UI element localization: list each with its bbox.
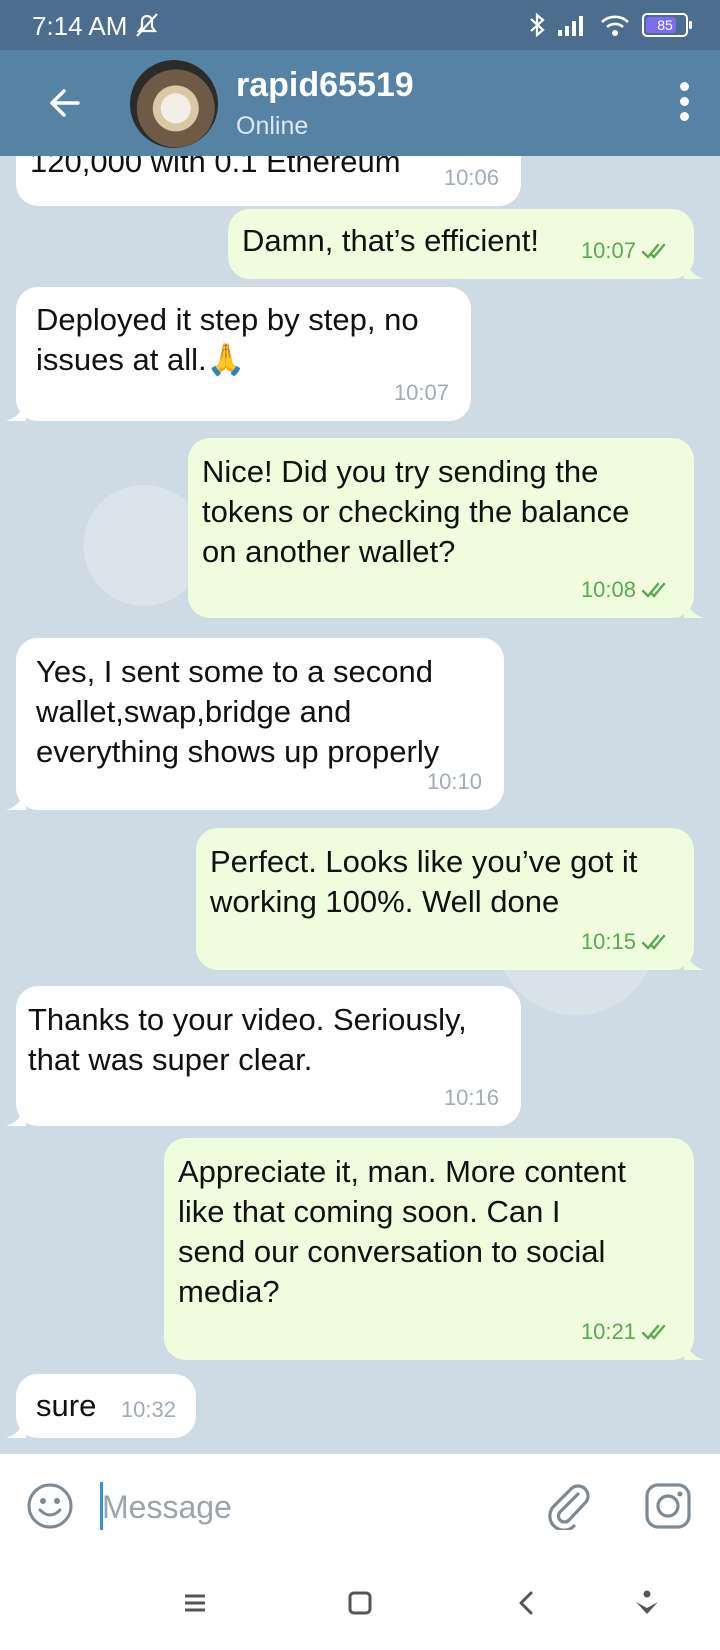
back-button[interactable] xyxy=(40,78,90,128)
double-check-icon xyxy=(642,243,666,259)
message-text: Damn, that’s efficient! xyxy=(242,223,539,258)
message-input[interactable] xyxy=(100,1478,524,1536)
message-bubble[interactable]: 120,000 with 0.1 Ethereum 10:06 xyxy=(16,156,521,206)
status-icons: 85 xyxy=(528,12,692,38)
more-menu-button[interactable] xyxy=(674,82,694,126)
battery-icon: 85 xyxy=(642,13,692,37)
message-bubble[interactable]: Yes, I sent some to a second wallet,swap… xyxy=(6,638,504,810)
message-bubble[interactable]: Appreciate it, man. More content like th… xyxy=(164,1138,704,1360)
battery-level: 85 xyxy=(657,17,673,33)
system-nav-bar xyxy=(0,1558,720,1650)
message-text: Deployed it step by step, no issues at a… xyxy=(36,302,419,377)
smiley-icon[interactable] xyxy=(26,1482,74,1530)
message-bubble[interactable]: Perfect. Looks like you’ve got it workin… xyxy=(196,828,704,970)
message-text: Perfect. Looks like you’ve got it workin… xyxy=(210,844,638,919)
recent-apps-icon[interactable] xyxy=(180,1588,210,1618)
message-text: Yes, I sent some to a second wallet,swap… xyxy=(36,654,440,769)
bluetooth-icon xyxy=(530,12,545,38)
message-time: 10:15 xyxy=(580,929,636,954)
message-composer xyxy=(0,1454,720,1558)
message-bubble[interactable]: Damn, that’s efficient! 10:07 xyxy=(228,209,704,279)
message-time: 10:06 xyxy=(443,165,499,190)
signal-icon xyxy=(558,16,583,36)
message-bubble[interactable]: Nice! Did you try sending the tokens or … xyxy=(188,438,704,618)
message-text: Thanks to your video. Seriously, that wa… xyxy=(28,1002,467,1077)
assistant-icon[interactable] xyxy=(632,1588,662,1618)
message-bubble[interactable]: Thanks to your video. Seriously, that wa… xyxy=(6,986,521,1126)
avatar[interactable] xyxy=(130,60,218,148)
message-time: 10:16 xyxy=(443,1085,499,1110)
camera-icon[interactable] xyxy=(644,1482,692,1530)
message-time: 10:07 xyxy=(580,238,636,263)
double-check-icon xyxy=(642,1324,666,1340)
status-bar: 7:14 AM 85 xyxy=(0,0,720,50)
message-text: 120,000 with 0.1 Ethereum xyxy=(30,156,401,179)
message-bubble[interactable]: Deployed it step by step, no issues at a… xyxy=(6,287,471,421)
more-vertical-icon xyxy=(679,82,689,91)
contact-status: Online xyxy=(236,112,309,140)
contact-name[interactable]: rapid65519 xyxy=(236,66,414,105)
message-time: 10:32 xyxy=(120,1397,176,1422)
wifi-icon xyxy=(601,15,629,36)
message-time: 10:10 xyxy=(426,769,482,794)
chat-header: rapid65519 Online xyxy=(0,50,720,156)
message-list[interactable]: 120,000 with 0.1 Ethereum 10:06 Damn, th… xyxy=(0,156,720,1454)
status-time: 7:14 AM xyxy=(32,11,128,41)
message-time: 10:07 xyxy=(393,380,449,405)
back-nav-icon[interactable] xyxy=(512,1588,542,1618)
home-icon[interactable] xyxy=(345,1588,375,1618)
mute-bell-icon xyxy=(136,13,158,37)
message-text: Appreciate it, man. More content like th… xyxy=(178,1154,627,1309)
message-time: 10:08 xyxy=(580,577,636,602)
message-bubble[interactable]: sure 10:32 xyxy=(6,1374,196,1438)
message-time: 10:21 xyxy=(580,1319,636,1344)
double-check-icon xyxy=(642,934,666,950)
message-text: Nice! Did you try sending the tokens or … xyxy=(202,454,630,569)
double-check-icon xyxy=(642,582,666,598)
paperclip-icon[interactable] xyxy=(546,1480,592,1530)
